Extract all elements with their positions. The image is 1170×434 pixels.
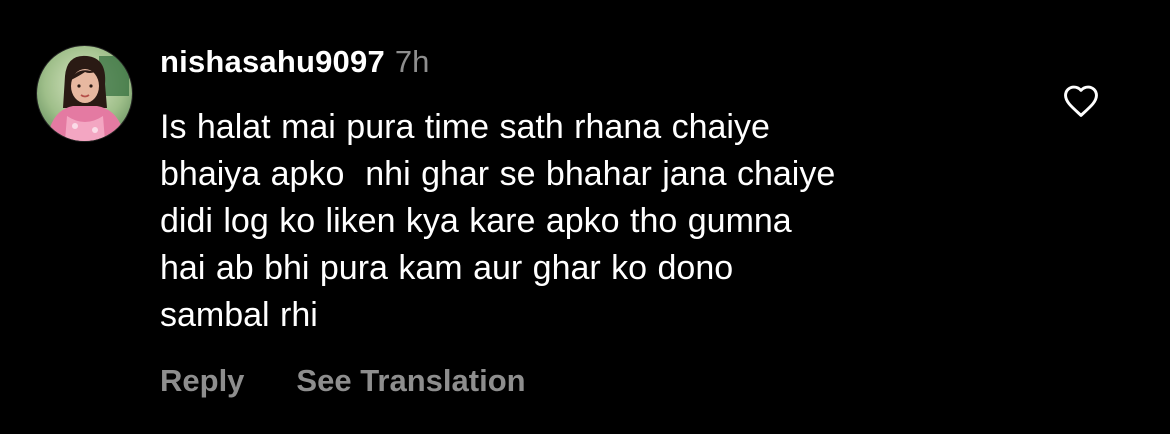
timestamp: 7h <box>394 44 430 79</box>
like-button[interactable] <box>1062 84 1100 118</box>
avatar[interactable] <box>37 46 132 141</box>
comment-actions: Reply See Translation <box>160 363 526 399</box>
avatar-photo <box>37 46 132 141</box>
username-link[interactable]: nishasahu9097 <box>160 44 385 80</box>
reply-button[interactable]: Reply <box>160 363 244 399</box>
comment-text: Is halat mai pura time sath rhana chaiye… <box>160 108 836 334</box>
see-translation-button[interactable]: See Translation <box>296 363 525 399</box>
comment: nishasahu9097 7h Is halat mai pura time … <box>0 0 1170 434</box>
comment-header: nishasahu9097 7h <box>160 44 429 84</box>
heart-outline-icon <box>1064 85 1098 117</box>
